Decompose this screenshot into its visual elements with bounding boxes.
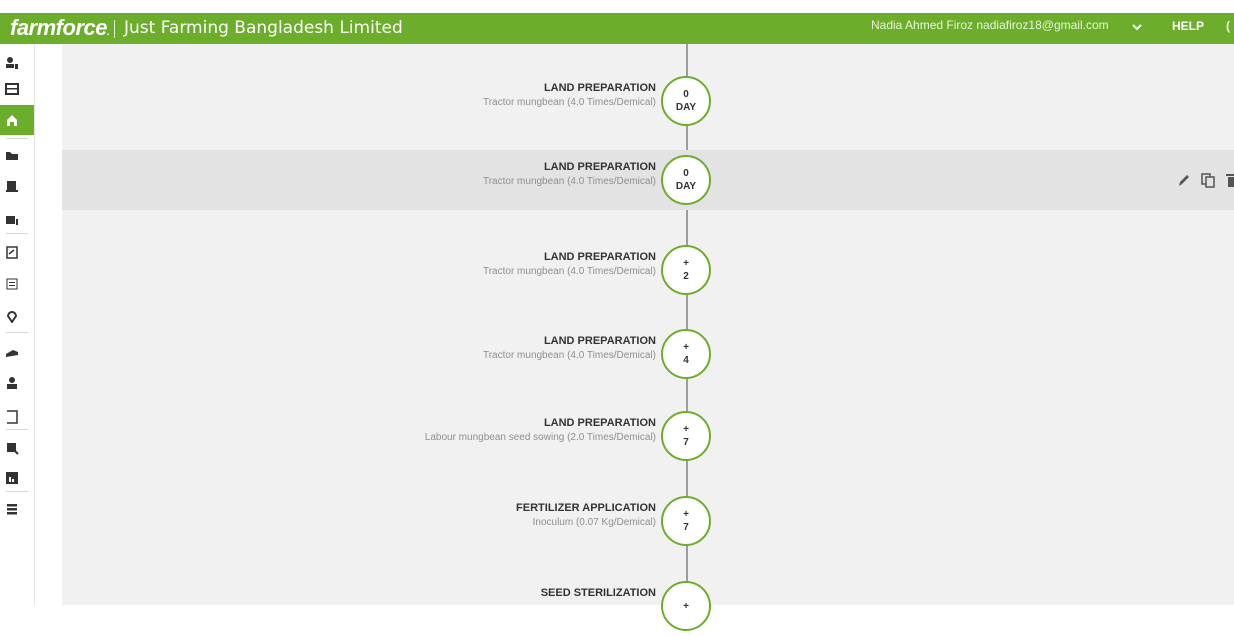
day-marker-prefix: +: [683, 600, 689, 612]
day-marker-value: DAY: [675, 102, 697, 113]
menu-icon: [7, 504, 17, 515]
edit-icon[interactable]: [1177, 172, 1191, 188]
day-marker-prefix: +: [683, 258, 689, 269]
sidebar-item-home[interactable]: [0, 105, 34, 135]
timeline-event[interactable]: LAND PREPARATION Tractor mungbean (4.0 T…: [62, 240, 1234, 300]
sidebar-divider: [6, 233, 28, 234]
brand-logo[interactable]: farmforce.: [10, 15, 110, 41]
leaf-icon: [54, 4, 66, 12]
sidebar-item-reports[interactable]: [0, 463, 34, 493]
help-link[interactable]: HELP: [1172, 19, 1204, 33]
event-title: FERTILIZER APPLICATION: [516, 502, 656, 514]
folder-icon: [6, 152, 18, 160]
event-detail: Tractor mungbean (4.0 Times/Demical): [482, 176, 656, 187]
people-icon: [6, 216, 18, 225]
day-marker: + 4: [661, 329, 711, 379]
event-detail: Labour mungbean seed sowing (2.0 Times/D…: [424, 432, 656, 443]
sidebar-item-locations[interactable]: [0, 301, 34, 331]
event-title: LAND PREPARATION: [543, 335, 656, 347]
event-detail: Tractor mungbean (4.0 Times/Demical): [482, 97, 656, 108]
person-list-icon: [6, 57, 18, 69]
timeline-panel: LAND PREPARATION Tractor mungbean (4.0 T…: [62, 44, 1234, 631]
timeline-event-selected[interactable]: LAND PREPARATION Tractor mungbean (4.0 T…: [62, 150, 1234, 210]
list-icon: [6, 278, 18, 290]
copy-icon[interactable]: [1201, 172, 1215, 188]
row-actions: [1177, 172, 1234, 188]
sidebar-item-search[interactable]: [0, 433, 34, 463]
chevron-down-icon[interactable]: [1130, 20, 1144, 34]
event-detail: Inoculum (0.07 Kg/Demical): [532, 517, 656, 528]
event-title: LAND PREPARATION: [543, 82, 656, 94]
event-detail: Tractor mungbean (4.0 Times/Demical): [482, 266, 656, 277]
day-marker: + 7: [661, 411, 711, 461]
timeline-event[interactable]: LAND PREPARATION Tractor mungbean (4.0 T…: [62, 71, 1234, 131]
day-marker: 0 DAY: [661, 76, 711, 126]
day-marker-prefix: 0: [683, 168, 689, 179]
sidebar-divider: [6, 138, 28, 139]
top-bar: farmforce. Just Farming Bangladesh Limit…: [0, 4, 1234, 44]
user-icon: [7, 377, 17, 389]
table-icon: [5, 83, 19, 95]
sidebar-item-payments[interactable]: [0, 336, 34, 366]
document-add-icon: [6, 181, 18, 192]
event-title: LAND PREPARATION: [543, 161, 656, 173]
day-marker-prefix: +: [683, 342, 689, 353]
event-detail: Tractor mungbean (4.0 Times/Demical): [482, 350, 656, 361]
search-person-icon: [7, 443, 19, 455]
sidebar-item-menu[interactable]: [0, 494, 34, 524]
sidebar-item-table[interactable]: [0, 74, 34, 104]
bracket-icon: [7, 410, 18, 424]
day-marker-value: 4: [683, 355, 689, 366]
day-marker-prefix: +: [683, 509, 689, 520]
more-link[interactable]: (: [1226, 19, 1230, 33]
event-title: LAND PREPARATION: [543, 417, 656, 429]
day-marker-value: DAY: [675, 181, 697, 192]
company-name: Just Farming Bangladesh Limited: [124, 18, 403, 38]
sidebar-divider: [6, 429, 28, 430]
day-marker-value: 7: [683, 522, 689, 533]
sidebar-item-folder[interactable]: [0, 140, 34, 170]
day-marker: +: [661, 581, 711, 631]
day-marker-value: 7: [683, 437, 689, 448]
day-marker-value: 2: [683, 271, 689, 282]
sidebar-item-list[interactable]: [0, 269, 34, 299]
location-pin-icon: [6, 311, 18, 323]
brand-name: farmforce: [10, 15, 107, 40]
event-title: SEED STERILIZATION: [540, 587, 656, 599]
sidebar-divider: [6, 332, 28, 333]
brand-dot: .: [106, 27, 110, 38]
day-marker-prefix: +: [683, 424, 689, 435]
sidebar-item-documents[interactable]: [0, 170, 34, 200]
header-divider: [114, 20, 115, 38]
day-marker: + 7: [661, 496, 711, 546]
sidebar-item-bracket[interactable]: [0, 402, 34, 432]
payment-icon: [6, 350, 18, 357]
sidebar-divider: [6, 491, 28, 492]
clipboard-icon: [6, 246, 18, 259]
timeline-event[interactable]: FERTILIZER APPLICATION Inoculum (0.07 Kg…: [62, 491, 1234, 551]
sidebar-item-groups[interactable]: [0, 204, 34, 234]
main-content: LAND PREPARATION Tractor mungbean (4.0 T…: [35, 44, 1234, 631]
event-title: LAND PREPARATION: [543, 251, 656, 263]
timeline-event[interactable]: SEED STERILIZATION +: [62, 576, 1234, 636]
sidebar: [0, 44, 35, 605]
sidebar-item-users[interactable]: [0, 368, 34, 398]
day-marker-prefix: 0: [683, 89, 689, 100]
sidebar-item-tasks[interactable]: [0, 237, 34, 267]
timeline-event[interactable]: LAND PREPARATION Tractor mungbean (4.0 T…: [62, 324, 1234, 384]
delete-icon[interactable]: [1225, 172, 1234, 188]
day-marker: + 2: [661, 245, 711, 295]
timeline-event[interactable]: LAND PREPARATION Labour mungbean seed so…: [62, 406, 1234, 466]
day-marker: 0 DAY: [661, 155, 711, 205]
home-icon: [7, 115, 17, 126]
user-account[interactable]: Nadia Ahmed Firoz nadiafiroz18@gmail.com: [871, 18, 1109, 32]
report-icon: [6, 472, 18, 484]
